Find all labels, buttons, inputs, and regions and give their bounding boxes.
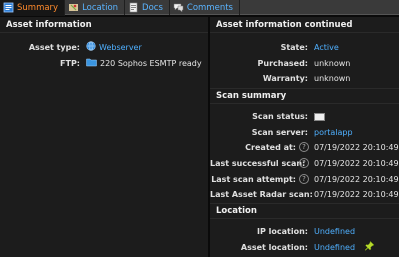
scan-server-value[interactable]: portalapp (314, 126, 353, 139)
asset-information-panel: Asset information Asset type: Webserver … (0, 17, 208, 257)
comments-icon (173, 2, 184, 13)
tab-summary-label: Summary (17, 2, 59, 13)
docs-icon (128, 2, 139, 13)
last-successful-scan-help-icon[interactable]: ? (299, 158, 309, 168)
pin-icon[interactable] (364, 240, 375, 255)
purchased-value: unknown (314, 59, 351, 68)
asset-location-label: Asset location: (240, 243, 308, 252)
asset-information-continued-title: Asset information continued (210, 17, 399, 33)
scan-server-label: Scan server: (251, 128, 308, 137)
created-at-value: 07/19/2022 20:10:49 (314, 143, 399, 152)
scan-status-label: Scan status: (252, 112, 308, 121)
last-successful-scan-value: 07/19/2022 20:10:49 (314, 159, 399, 168)
location-header: Location (210, 203, 399, 219)
tab-docs[interactable]: Docs (125, 0, 170, 15)
last-scan-attempt-label: Last scan attempt: (211, 175, 296, 184)
summary-icon (3, 2, 14, 13)
tab-comments-label: Comments (186, 2, 233, 13)
purchased-label: Purchased: (257, 59, 308, 68)
tab-location-label: Location (82, 2, 119, 13)
asset-location-value: Undefined (314, 240, 375, 255)
asset-location-link[interactable]: Undefined (314, 241, 355, 254)
tab-bar: Summary Location Docs Comments (0, 0, 399, 16)
location-title: Location (216, 206, 257, 216)
scan-status-value (314, 110, 325, 123)
scan-status-thumbnail (314, 112, 325, 121)
asset-type-value[interactable]: Webserver (86, 40, 142, 55)
scan-summary-header: Scan summary (210, 88, 399, 104)
ip-location-label: IP location: (257, 227, 308, 236)
ftp-value: 220 Sophos ESMTP ready (86, 57, 202, 70)
warranty-value: unknown (314, 74, 351, 83)
ftp-label: FTP: (60, 59, 80, 68)
asset-information-continued-panel: Asset information continued State: Activ… (210, 17, 399, 257)
state-label: State: (280, 43, 308, 52)
tab-location[interactable]: Location (65, 0, 126, 15)
asset-type-link[interactable]: Webserver (99, 41, 142, 54)
asset-information-title: Asset information (0, 17, 208, 33)
tab-docs-label: Docs (142, 2, 163, 13)
last-asset-radar-scan-value: 07/19/2022 20:10:49 (314, 190, 399, 199)
location-icon (68, 2, 79, 13)
created-at-label: Created at: (245, 143, 296, 152)
state-value[interactable]: Active (314, 41, 339, 54)
last-scan-attempt-help-icon[interactable]: ? (299, 174, 309, 184)
tab-summary[interactable]: Summary (0, 0, 66, 16)
ip-location-value[interactable]: Undefined (314, 225, 355, 238)
webserver-icon (86, 40, 96, 55)
ftp-banner: 220 Sophos ESMTP ready (100, 59, 202, 68)
last-asset-radar-scan-label: Last Asset Radar scan: (210, 190, 313, 199)
asset-type-label: Asset type: (28, 43, 80, 52)
tab-comments[interactable]: Comments (170, 0, 240, 15)
created-at-help-icon[interactable]: ? (299, 142, 309, 152)
scan-summary-title: Scan summary (216, 91, 287, 101)
folder-icon (86, 57, 97, 71)
warranty-label: Warranty: (262, 74, 308, 83)
last-scan-attempt-value: 07/19/2022 20:10:49 (314, 175, 399, 184)
last-successful-scan-label: Last successful scan: (210, 159, 306, 168)
